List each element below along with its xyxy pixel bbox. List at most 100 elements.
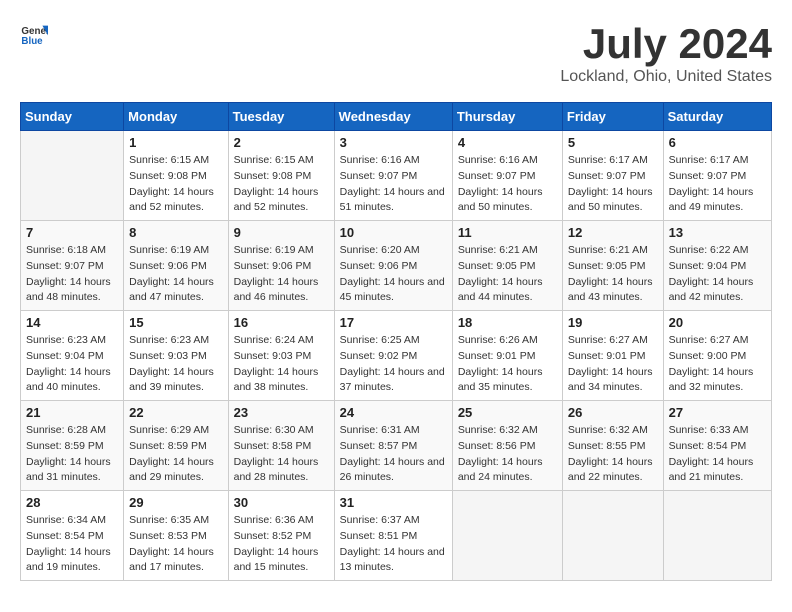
calendar-cell: 21Sunrise: 6:28 AMSunset: 8:59 PMDayligh… [21, 401, 124, 491]
day-info: Sunrise: 6:17 AMSunset: 9:07 PMDaylight:… [568, 153, 658, 216]
calendar-cell: 15 Sunrise: 6:23 AMSunset: 9:03 PMDayligh… [124, 311, 228, 401]
day-info: Sunrise: 6:18 AMSunset: 9:07 PMDaylight:… [26, 243, 118, 306]
page-subtitle: Lockland, Ohio, United States [560, 68, 772, 86]
day-info: Sunrise: 6:34 AMSunset: 8:54 PMDaylight:… [26, 513, 118, 576]
calendar-cell [452, 491, 562, 581]
week-row-1: 1Sunrise: 6:15 AMSunset: 9:08 PMDaylight… [21, 131, 772, 221]
day-number: 3 [340, 135, 447, 150]
day-number: 13 [669, 225, 766, 240]
calendar-cell [663, 491, 771, 581]
column-header-saturday: Saturday [663, 103, 771, 131]
calendar-cell: 28 Sunrise: 6:34 AMSunset: 8:54 PMDayligh… [21, 491, 124, 581]
day-number: 4 [458, 135, 557, 150]
calendar-cell: 31Sunrise: 6:37 AMSunset: 8:51 PMDayligh… [334, 491, 452, 581]
day-info: Sunrise: 6:32 AMSunset: 8:55 PMDaylight:… [568, 423, 658, 486]
day-number: 30 [234, 495, 329, 510]
calendar-cell: 8 Sunrise: 6:19 AMSunset: 9:06 PMDaylight… [124, 221, 228, 311]
day-number: 11 [458, 225, 557, 240]
day-number: 14 [26, 315, 118, 330]
day-info: Sunrise: 6:22 AMSunset: 9:04 PMDaylight:… [669, 243, 766, 306]
day-number: 6 [669, 135, 766, 150]
calendar-cell: 20Sunrise: 6:27 AMSunset: 9:00 PMDayligh… [663, 311, 771, 401]
day-info: Sunrise: 6:27 AMSunset: 9:01 PMDaylight:… [568, 333, 658, 396]
day-info: Sunrise: 6:31 AMSunset: 8:57 PMDaylight:… [340, 423, 447, 486]
day-info: Sunrise: 6:26 AMSunset: 9:01 PMDaylight:… [458, 333, 557, 396]
calendar-cell: 4 Sunrise: 6:16 AMSunset: 9:07 PMDaylight… [452, 131, 562, 221]
day-number: 2 [234, 135, 329, 150]
day-info: Sunrise: 6:16 AMSunset: 9:07 PMDaylight:… [458, 153, 557, 216]
calendar-cell: 30 Sunrise: 6:36 AMSunset: 8:52 PMDayligh… [228, 491, 334, 581]
day-number: 23 [234, 405, 329, 420]
calendar-cell: 16Sunrise: 6:24 AMSunset: 9:03 PMDayligh… [228, 311, 334, 401]
calendar-cell [562, 491, 663, 581]
calendar-cell: 5 Sunrise: 6:17 AMSunset: 9:07 PMDaylight… [562, 131, 663, 221]
day-info: Sunrise: 6:37 AMSunset: 8:51 PMDaylight:… [340, 513, 447, 576]
calendar-cell: 24 Sunrise: 6:31 AMSunset: 8:57 PMDayligh… [334, 401, 452, 491]
column-header-thursday: Thursday [452, 103, 562, 131]
column-header-sunday: Sunday [21, 103, 124, 131]
day-number: 12 [568, 225, 658, 240]
day-number: 26 [568, 405, 658, 420]
day-number: 9 [234, 225, 329, 240]
day-number: 8 [129, 225, 222, 240]
logo: General Blue [20, 20, 48, 48]
day-number: 20 [669, 315, 766, 330]
day-info: Sunrise: 6:29 AMSunset: 8:59 PMDaylight:… [129, 423, 222, 486]
week-row-5: 28 Sunrise: 6:34 AMSunset: 8:54 PMDayligh… [21, 491, 772, 581]
day-number: 5 [568, 135, 658, 150]
day-number: 10 [340, 225, 447, 240]
day-info: Sunrise: 6:20 AMSunset: 9:06 PMDaylight:… [340, 243, 447, 306]
column-header-wednesday: Wednesday [334, 103, 452, 131]
calendar-cell: 13 Sunrise: 6:22 AMSunset: 9:04 PMDayligh… [663, 221, 771, 311]
calendar-cell: 26 Sunrise: 6:32 AMSunset: 8:55 PMDayligh… [562, 401, 663, 491]
day-info: Sunrise: 6:17 AMSunset: 9:07 PMDaylight:… [669, 153, 766, 216]
day-info: Sunrise: 6:16 AMSunset: 9:07 PMDaylight:… [340, 153, 447, 216]
title-area: July 2024 Lockland, Ohio, United States [560, 20, 772, 86]
column-header-tuesday: Tuesday [228, 103, 334, 131]
day-info: Sunrise: 6:15 AMSunset: 9:08 PMDaylight:… [129, 153, 222, 216]
day-info: Sunrise: 6:19 AMSunset: 9:06 PMDaylight:… [234, 243, 329, 306]
day-info: Sunrise: 6:23 AMSunset: 9:04 PMDaylight:… [26, 333, 118, 396]
column-header-monday: Monday [124, 103, 228, 131]
calendar-cell: 27Sunrise: 6:33 AMSunset: 8:54 PMDayligh… [663, 401, 771, 491]
calendar-cell: 10 Sunrise: 6:20 AMSunset: 9:06 PMDayligh… [334, 221, 452, 311]
day-info: Sunrise: 6:36 AMSunset: 8:52 PMDaylight:… [234, 513, 329, 576]
day-number: 19 [568, 315, 658, 330]
calendar-cell: 7 Sunrise: 6:18 AMSunset: 9:07 PMDaylight… [21, 221, 124, 311]
calendar-cell: 18 Sunrise: 6:26 AMSunset: 9:01 PMDayligh… [452, 311, 562, 401]
day-info: Sunrise: 6:25 AMSunset: 9:02 PMDaylight:… [340, 333, 447, 396]
calendar-cell: 14 Sunrise: 6:23 AMSunset: 9:04 PMDayligh… [21, 311, 124, 401]
calendar-cell: 6 Sunrise: 6:17 AMSunset: 9:07 PMDaylight… [663, 131, 771, 221]
column-header-friday: Friday [562, 103, 663, 131]
calendar-cell: 2Sunrise: 6:15 AMSunset: 9:08 PMDaylight… [228, 131, 334, 221]
day-info: Sunrise: 6:24 AMSunset: 9:03 PMDaylight:… [234, 333, 329, 396]
day-info: Sunrise: 6:30 AMSunset: 8:58 PMDaylight:… [234, 423, 329, 486]
day-number: 17 [340, 315, 447, 330]
day-info: Sunrise: 6:23 AMSunset: 9:03 PMDaylight:… [129, 333, 222, 396]
day-info: Sunrise: 6:21 AMSunset: 9:05 PMDaylight:… [458, 243, 557, 306]
calendar-cell: 29Sunrise: 6:35 AMSunset: 8:53 PMDayligh… [124, 491, 228, 581]
calendar-cell: 1Sunrise: 6:15 AMSunset: 9:08 PMDaylight… [124, 131, 228, 221]
day-number: 7 [26, 225, 118, 240]
day-number: 21 [26, 405, 118, 420]
week-row-2: 7 Sunrise: 6:18 AMSunset: 9:07 PMDaylight… [21, 221, 772, 311]
calendar-cell: 19 Sunrise: 6:27 AMSunset: 9:01 PMDayligh… [562, 311, 663, 401]
logo-icon: General Blue [20, 20, 48, 48]
calendar-cell: 23 Sunrise: 6:30 AMSunset: 8:58 PMDayligh… [228, 401, 334, 491]
svg-text:Blue: Blue [21, 36, 43, 47]
day-info: Sunrise: 6:35 AMSunset: 8:53 PMDaylight:… [129, 513, 222, 576]
day-info: Sunrise: 6:33 AMSunset: 8:54 PMDaylight:… [669, 423, 766, 486]
header: General Blue July 2024 Lockland, Ohio, U… [20, 20, 772, 86]
calendar-cell [21, 131, 124, 221]
day-number: 15 [129, 315, 222, 330]
day-info: Sunrise: 6:21 AMSunset: 9:05 PMDaylight:… [568, 243, 658, 306]
day-number: 28 [26, 495, 118, 510]
calendar-cell: 17 Sunrise: 6:25 AMSunset: 9:02 PMDayligh… [334, 311, 452, 401]
calendar-table: SundayMondayTuesdayWednesdayThursdayFrid… [20, 102, 772, 581]
calendar-cell: 9 Sunrise: 6:19 AMSunset: 9:06 PMDaylight… [228, 221, 334, 311]
day-info: Sunrise: 6:19 AMSunset: 9:06 PMDaylight:… [129, 243, 222, 306]
day-number: 24 [340, 405, 447, 420]
day-info: Sunrise: 6:32 AMSunset: 8:56 PMDaylight:… [458, 423, 557, 486]
day-number: 18 [458, 315, 557, 330]
calendar-cell: 22Sunrise: 6:29 AMSunset: 8:59 PMDayligh… [124, 401, 228, 491]
